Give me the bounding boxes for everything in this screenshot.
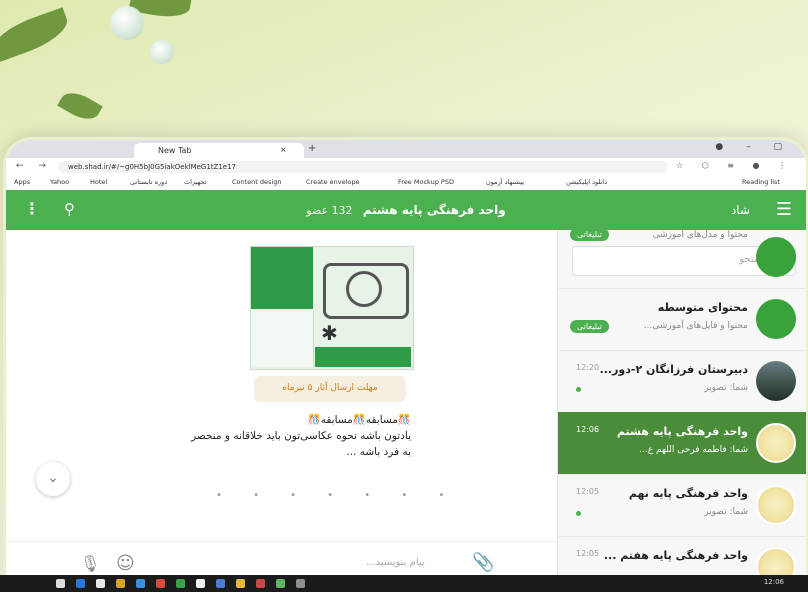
avatar [756,237,796,277]
taskbar-clock: 12:06 [763,578,784,586]
emoji-icon[interactable]: ☺ [116,553,135,574]
chat-time: 12:06 [576,425,600,434]
address-bar: ← → ⟳ web.shad.ir/#/~g0H5bJ0G5iakOeklMeG… [6,158,806,177]
taskbar-app-icon[interactable] [76,579,85,588]
chat-list-sidebar: ⚲ جستجو محتوا و مدل‌های آموزشی تبلیغاتی … [557,230,806,590]
chat-preview: محتوا و فایل‌های آموزشی... [643,321,748,331]
chat-time: 12:05 [576,549,600,558]
organization-logo-icon: ✱ [321,321,338,345]
camera-lens [346,271,382,307]
bookmark-item[interactable]: پیشنهاد آزمون [486,178,524,186]
more-options-icon[interactable]: ⋮ [24,199,40,218]
conversation-pane: ✱ مهلت ارسال آثار ۵ تیرماه 🎊مسابقه🎊مسابق… [6,230,557,590]
poster-green-bar [315,347,411,367]
chat-item[interactable]: دبیرستان فرزانگان ۲-دور... شما: تصویر 12… [558,350,806,413]
chat-preview: شما: فاطمه فرحی اللهم ع... [639,445,748,455]
chat-name: واحد فرهنگی پایه هشتم [616,425,748,438]
app-brand: شاد [730,203,750,217]
group-title-bar[interactable]: واحد فرهنگی پایه هشتم 132 عضو [256,203,556,217]
bookmark-item[interactable]: Content design [232,178,281,186]
taskbar-app-icon[interactable] [136,579,145,588]
unread-dot [576,511,581,516]
tab-title: New Tab [158,146,192,155]
chat-badge: تبلیغاتی [570,230,609,241]
chat-time: 12:05 [576,487,600,496]
browser-tabbar: New Tab × + ● – ▢ [6,140,806,158]
taskbar-app-icon[interactable] [156,579,165,588]
start-icon[interactable] [56,579,65,588]
taskbar-app-icon[interactable] [216,579,225,588]
microphone-icon[interactable]: 🎙 [80,554,100,573]
avatar [756,299,796,339]
chat-name: دبیرستان فرزانگان ۲-دور... [599,363,748,376]
message-input[interactable]: پیام بنویسید... [366,557,425,568]
chat-name: واحد فرهنگی پایه هفتم ... [603,549,748,562]
url-field[interactable]: web.shad.ir/#/~g0H5bJ0G5iakOeklMeG1tZ1e1… [58,161,668,173]
scroll-down-button[interactable]: ⌄ [36,462,70,496]
screen-frame: New Tab × + ● – ▢ ← → ⟳ web.shad.ir/#/~g… [6,140,806,590]
bookmark-item[interactable]: Create envelope [306,178,360,186]
hamburger-menu-icon[interactable]: ☰ [776,199,792,220]
bookmarks-bar: Apps Yahoo Hotel دوره تابستانی تجهیزات C… [6,176,806,191]
taskbar-app-icon[interactable] [236,579,245,588]
bookmark-item[interactable]: تجهیزات [184,178,206,186]
taskbar-app-icon[interactable] [176,579,185,588]
bookmark-item[interactable]: دوره تابستانی [130,178,167,186]
flower-decor [150,40,174,64]
bookmark-item[interactable]: Yahoo [50,178,69,186]
attach-icon[interactable]: 📎 [472,552,494,573]
message-line: یادتون باشه نحوه عکاسی‌تون باید خلاقانه … [191,430,411,442]
bookmark-item[interactable]: دانلود اپلیکیشن [566,178,607,186]
poster-book-panel [251,311,314,367]
group-title: واحد فرهنگی پایه هشتم [362,203,506,217]
chat-time: 12:20 [576,363,600,372]
bookmark-item[interactable]: Hotel [90,178,107,186]
member-count: 132 عضو [306,204,353,217]
poster-green-panel [251,247,313,309]
avatar [756,423,796,463]
chat-preview: شما: تصویر [704,383,748,393]
message-line: به فرد باشه ... [346,446,411,458]
app-header: ☰ شاد واحد فرهنگی پایه هشتم 132 عضو ⚲ ⋮ [6,190,806,230]
chat-preview: محتوا و مدل‌های آموزشی [652,230,748,240]
chat-item-active[interactable]: واحد فرهنگی پایه هشتم شما: فاطمه فرحی ال… [558,412,806,475]
bookmark-item[interactable]: Reading list [742,178,780,186]
taskbar-app-icon[interactable] [256,579,265,588]
browser-tab[interactable]: New Tab × [134,143,304,158]
taskbar-app-icon[interactable] [276,579,285,588]
loading-dots: • • • • • • • [216,490,459,501]
taskbar-app-icon[interactable] [196,579,205,588]
chat-item[interactable]: واحد فرهنگی پایه نهم شما: تصویر 12:05 [558,474,806,537]
window-controls[interactable]: ● – ▢ [715,142,792,152]
chat-name: محتوای متوسطه [657,301,748,314]
os-taskbar: 12:06 [0,575,808,592]
search-icon[interactable]: ⚲ [64,200,75,218]
chat-item[interactable]: محتوای متوسطه محتوا و فایل‌های آموزشی...… [558,288,806,351]
chat-item[interactable]: محتوا و مدل‌های آموزشی تبلیغاتی [558,230,806,289]
message-line: 🎊مسابقه🎊مسابقه🎊 [307,414,411,426]
chat-badge: تبلیغاتی [570,320,609,333]
unread-dot [576,387,581,392]
bookmark-item[interactable]: Free Mockup PSD [398,178,454,186]
leaf-decor [57,86,103,126]
bookmark-item[interactable]: Apps [14,178,30,186]
avatar [756,361,796,401]
taskbar-app-icon[interactable] [116,579,125,588]
chat-name: واحد فرهنگی پایه نهم [628,487,748,500]
avatar [756,485,796,525]
leaf-decor [0,7,73,63]
message-text: 🎊مسابقه🎊مسابقه🎊 یادتون باشه نحوه عکاسی‌ت… [156,412,411,460]
taskbar-app-icon[interactable] [296,579,305,588]
chat-preview: شما: تصویر [704,507,748,517]
close-tab-icon[interactable]: × [280,145,287,154]
flower-decor [110,6,144,40]
deadline-banner: مهلت ارسال آثار ۵ تیرماه [254,376,406,402]
post-image[interactable]: ✱ [250,246,414,370]
deadline-text: مهلت ارسال آثار ۵ تیرماه [282,383,378,393]
extensions-icons[interactable]: ☆ ⬡ ≡ ● ⋮ [676,161,794,170]
new-tab-icon[interactable]: + [308,143,316,154]
taskbar-app-icon[interactable] [96,579,105,588]
